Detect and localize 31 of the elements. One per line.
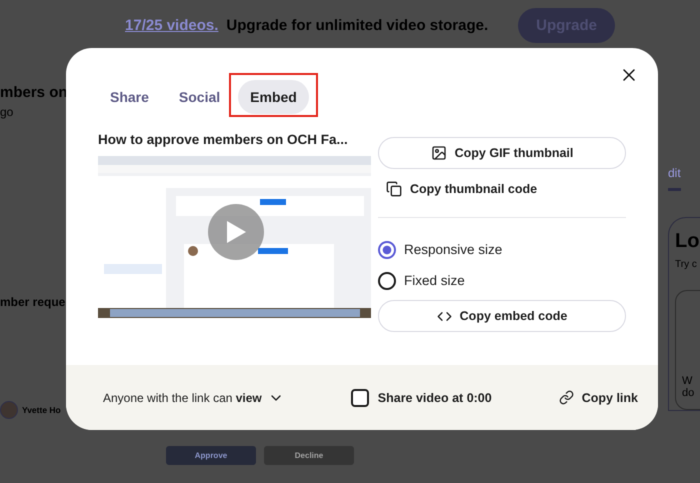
link-icon — [558, 390, 574, 405]
card-hint: Try c — [675, 259, 698, 270]
option-text: W — [682, 375, 694, 387]
checkbox-label: Share video at 0:00 — [378, 390, 492, 404]
radio-button[interactable] — [378, 240, 396, 258]
image-icon — [430, 145, 447, 161]
copy-link-button[interactable]: Copy link — [558, 390, 638, 405]
member-name: Yvette Ho — [22, 405, 61, 415]
option-text: do — [682, 387, 696, 399]
copy-icon — [386, 181, 402, 197]
radio-label: Fixed size — [404, 273, 465, 288]
copy-gif-button[interactable]: Copy GIF thumbnail — [378, 137, 626, 169]
copy-embed-button[interactable]: Copy embed code — [378, 300, 626, 332]
checkbox[interactable] — [350, 388, 369, 406]
tab[interactable]: Social — [166, 80, 232, 114]
permission-dropdown[interactable]: Anyone with the link can view — [103, 390, 284, 406]
play-icon — [225, 220, 247, 244]
copy-code-button[interactable]: Copy thumbnail code — [378, 173, 626, 205]
tab[interactable]: Share — [98, 80, 161, 114]
tab[interactable]: Embed — [238, 80, 309, 114]
avatar — [0, 401, 18, 419]
section-heading: mber reque — [0, 295, 66, 309]
video-date: go — [0, 105, 14, 119]
decline-button[interactable]: Decline — [264, 446, 354, 465]
card-heading: Lo — [675, 230, 700, 253]
radio-button[interactable] — [378, 272, 396, 290]
radio-label: Responsive size — [404, 242, 502, 257]
edit-tab[interactable]: dit — [668, 166, 681, 191]
approve-button[interactable]: Approve — [166, 446, 256, 465]
video-title: How to approve members on OCH Fa... — [98, 131, 348, 148]
upgrade-message: Upgrade for unlimited video storage. — [226, 16, 488, 34]
